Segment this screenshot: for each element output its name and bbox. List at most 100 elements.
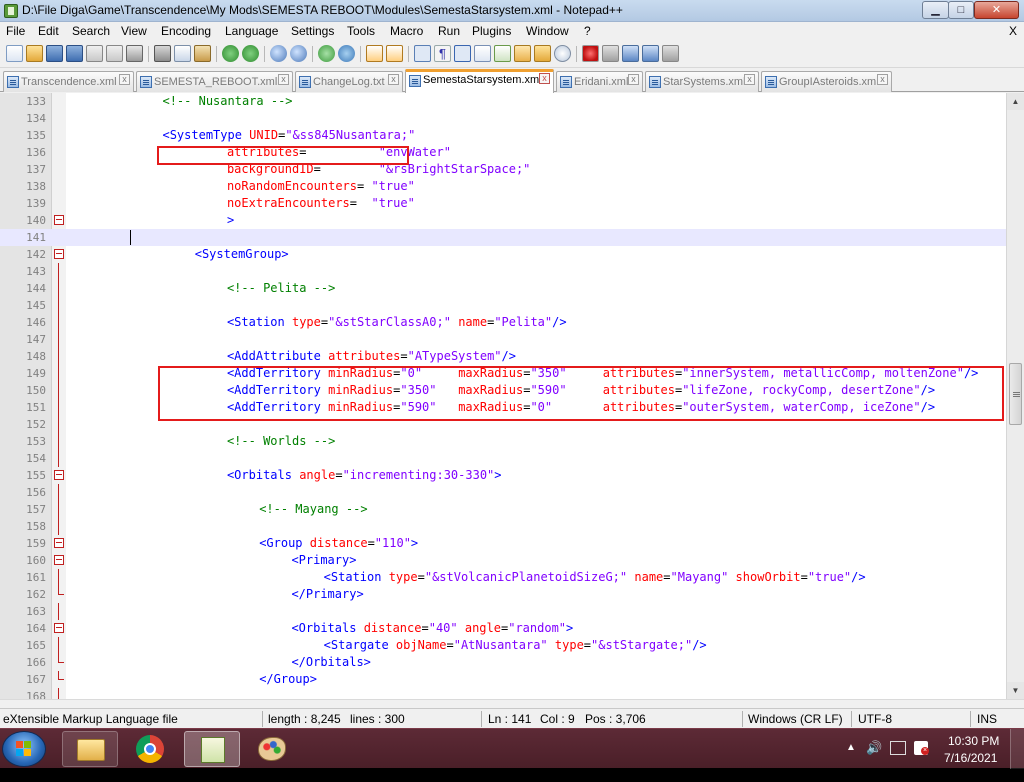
tab-close-icon[interactable]: x	[388, 74, 399, 85]
code-text[interactable]: <!-- Worlds -->	[227, 433, 335, 450]
user-language-icon[interactable]	[474, 45, 491, 62]
code-line[interactable]: 145	[0, 297, 1006, 314]
action-center-flag-icon[interactable]: ×	[914, 741, 929, 755]
close-all-icon[interactable]	[106, 45, 123, 62]
code-line[interactable]: 148 <AddAttribute attributes="ATypeSystem…	[0, 348, 1006, 365]
close-document-button[interactable]: X	[1009, 24, 1017, 38]
code-line[interactable]: 142 <SystemGroup>	[0, 246, 1006, 263]
code-line[interactable]: 146 <Station type="&stStarClassA0;" name=…	[0, 314, 1006, 331]
tab-eridani-xml[interactable]: Eridani.xml x	[556, 71, 643, 92]
menu-window[interactable]: Window	[526, 24, 569, 38]
fold-toggle-icon[interactable]	[54, 623, 64, 633]
stop-macro-icon[interactable]	[602, 45, 619, 62]
tab-groupiasteroids-xml[interactable]: GroupIAsteroids.xml x	[761, 71, 892, 92]
code-editor[interactable]: 133 <!-- Nusantara --> 134 135 <SystemType U…	[0, 93, 1006, 699]
sync-horizontal-icon[interactable]	[386, 45, 403, 62]
fold-toggle-icon[interactable]	[54, 249, 64, 259]
menu-plugins[interactable]: Plugins	[472, 24, 511, 38]
print-icon[interactable]	[126, 45, 143, 62]
record-macro-icon[interactable]	[582, 45, 599, 62]
fold-toggle-icon[interactable]	[54, 470, 64, 480]
minimize-button[interactable]: ▁	[922, 1, 949, 19]
fold-toggle-icon[interactable]	[54, 555, 64, 565]
tab-close-icon[interactable]: x	[628, 74, 639, 85]
code-text[interactable]: <!-- Mayang -->	[259, 501, 367, 518]
code-line[interactable]: 161 <Station type="&stVolcanicPlanetoidSi…	[0, 569, 1006, 586]
tab-close-icon[interactable]: x	[278, 74, 289, 85]
monitoring-icon[interactable]	[554, 45, 571, 62]
doc-map-icon[interactable]	[494, 45, 511, 62]
code-text[interactable]: <Station type="&stStarClassA0;" name="Pe…	[227, 314, 567, 331]
code-line[interactable]: 135 <SystemType UNID="&ss845Nusantara;"	[0, 127, 1006, 144]
code-text[interactable]: <Station type="&stVolcanicPlanetoidSizeG…	[324, 569, 866, 586]
menu-macro[interactable]: Macro	[390, 24, 423, 38]
fold-toggle-icon[interactable]	[54, 215, 64, 225]
vertical-scrollbar[interactable]: ▲ ▼	[1006, 93, 1024, 699]
code-line[interactable]: 137 backgroundID= "&rsBrightStarSpace;"	[0, 161, 1006, 178]
tab-semestastarsystem-xml[interactable]: SemestaStarsystem.xml x	[405, 69, 554, 93]
code-line[interactable]: 134	[0, 110, 1006, 127]
menu-edit[interactable]: Edit	[38, 24, 59, 38]
code-line[interactable]: 165 <Stargate objName="AtNusantara" type=…	[0, 637, 1006, 654]
menu-run[interactable]: Run	[438, 24, 460, 38]
function-list-icon[interactable]	[514, 45, 531, 62]
open-file-icon[interactable]	[26, 45, 43, 62]
maximize-button[interactable]: □	[948, 1, 974, 19]
code-line[interactable]: 158	[0, 518, 1006, 535]
code-text[interactable]: <Stargate objName="AtNusantara" type="&s…	[324, 637, 707, 654]
code-text[interactable]: </Orbitals>	[291, 654, 370, 671]
code-line[interactable]: 167 </Group>	[0, 671, 1006, 688]
close-icon[interactable]	[86, 45, 103, 62]
code-line[interactable]: 147	[0, 331, 1006, 348]
start-button[interactable]	[2, 731, 46, 767]
tab-close-icon[interactable]: x	[539, 73, 550, 84]
tab-changelog-txt[interactable]: ChangeLog.txt x	[295, 71, 403, 92]
code-line[interactable]: 138 noRandomEncounters= "true"	[0, 178, 1006, 195]
code-text[interactable]: noExtraEncounters= "true"	[227, 195, 415, 212]
save-icon[interactable]	[46, 45, 63, 62]
file-explorer-icon[interactable]	[62, 731, 118, 767]
code-line[interactable]: 160 <Primary>	[0, 552, 1006, 569]
chrome-icon[interactable]	[124, 731, 180, 767]
code-text[interactable]: <Orbitals angle="incrementing:30-330">	[227, 467, 502, 484]
clock-time[interactable]: 10:30 PM	[948, 734, 999, 748]
show-all-chars-icon[interactable]: ¶	[434, 45, 451, 62]
code-text[interactable]: <AddAttribute attributes="ATypeSystem"/>	[227, 348, 516, 365]
code-line[interactable]: 162 </Primary>	[0, 586, 1006, 603]
sync-vertical-icon[interactable]	[366, 45, 383, 62]
code-line[interactable]: 136 attributes= "envWater"	[0, 144, 1006, 161]
menu-search[interactable]: Search	[72, 24, 110, 38]
clock-date[interactable]: 7/16/2021	[944, 751, 997, 765]
code-line[interactable]: 156	[0, 484, 1006, 501]
code-line[interactable]: 168	[0, 688, 1006, 699]
scroll-down-arrow[interactable]: ▼	[1007, 682, 1024, 699]
code-line[interactable]: 155 <Orbitals angle="incrementing:30-330"…	[0, 467, 1006, 484]
code-line[interactable]: 144 <!-- Pelita -->	[0, 280, 1006, 297]
find-icon[interactable]	[270, 45, 287, 62]
folder-workspace-icon[interactable]	[534, 45, 551, 62]
code-line[interactable]: 164 <Orbitals distance="40" angle="random…	[0, 620, 1006, 637]
code-line[interactable]: 133 <!-- Nusantara -->	[0, 93, 1006, 110]
paste-icon[interactable]	[194, 45, 211, 62]
new-file-icon[interactable]	[6, 45, 23, 62]
code-text[interactable]: <Primary>	[291, 552, 356, 569]
code-text[interactable]: <!-- Pelita -->	[227, 280, 335, 297]
code-line[interactable]: 153 <!-- Worlds -->	[0, 433, 1006, 450]
show-desktop-button[interactable]	[1010, 729, 1024, 769]
play-macro-icon[interactable]	[622, 45, 639, 62]
code-line[interactable]: 163	[0, 603, 1006, 620]
code-text[interactable]: >	[227, 212, 234, 229]
scrollbar-thumb[interactable]	[1009, 363, 1022, 425]
show-hidden-icons-arrow[interactable]: ▲	[846, 742, 856, 782]
title-bar[interactable]: D:\File Diga\Game\Transcendence\My Mods\…	[0, 0, 1024, 22]
menu-view[interactable]: View	[121, 24, 147, 38]
replace-icon[interactable]	[290, 45, 307, 62]
code-line[interactable]: 143	[0, 263, 1006, 280]
code-line[interactable]: 159 <Group distance="110">	[0, 535, 1006, 552]
run-macro-multiple-icon[interactable]	[642, 45, 659, 62]
tab-starsystems-xml[interactable]: StarSystems.xml x	[645, 71, 759, 92]
tab-close-icon[interactable]: x	[877, 74, 888, 85]
menu-language[interactable]: Language	[225, 24, 278, 38]
volume-icon[interactable]: 🔊	[866, 740, 882, 780]
code-text[interactable]: noRandomEncounters= "true"	[227, 178, 415, 195]
